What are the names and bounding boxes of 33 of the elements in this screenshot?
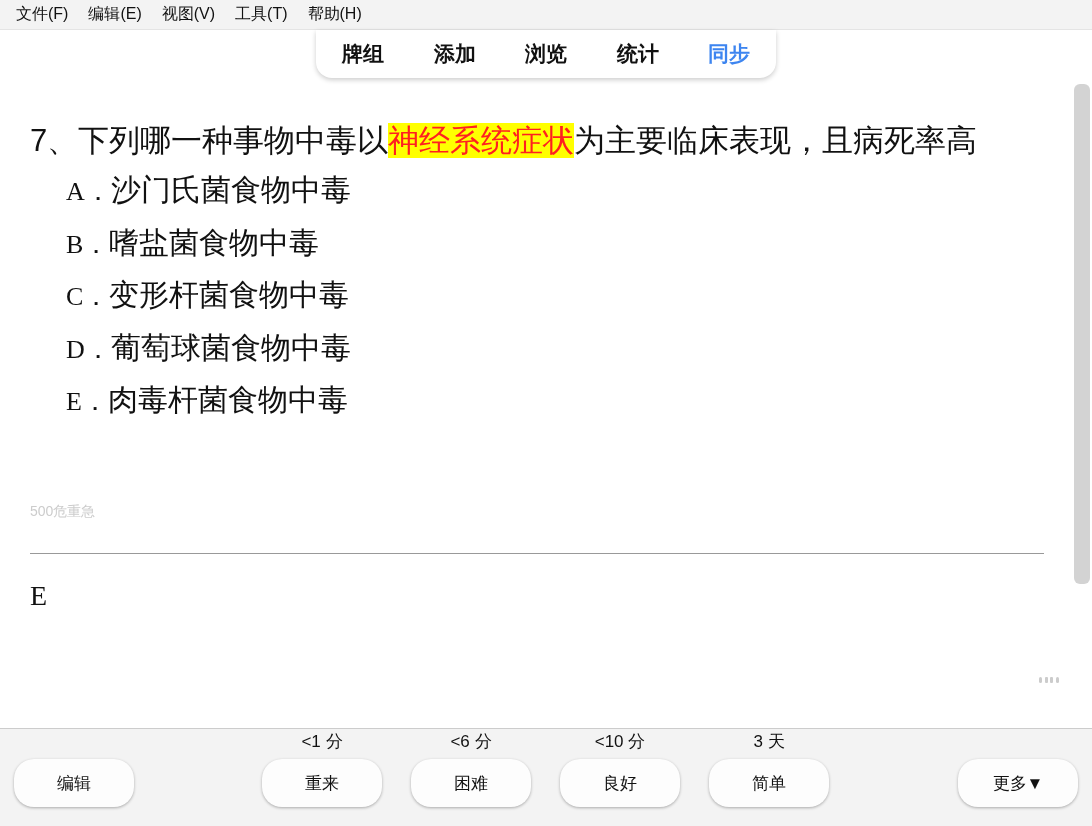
answer-text: E xyxy=(30,579,49,612)
option-text: 肉毒杆菌食物中毒 xyxy=(107,382,348,418)
option-letter: B． xyxy=(66,228,110,261)
menu-item[interactable]: 文件(F) xyxy=(6,4,79,25)
interval-label: <6 分 xyxy=(450,731,492,753)
nav-tab[interactable]: 同步 xyxy=(708,38,750,70)
menu-item[interactable]: 视图(V) xyxy=(151,4,226,25)
interval-label: 3 天 xyxy=(753,731,785,753)
answer-button[interactable]: 简单 xyxy=(709,759,829,807)
answer-button[interactable]: 重来 xyxy=(262,759,382,807)
option-letter: E． xyxy=(66,386,108,418)
answer-button[interactable]: 良好 xyxy=(560,759,680,807)
menu-item[interactable]: 编辑(E) xyxy=(78,4,152,25)
answer-button[interactable]: 困难 xyxy=(411,759,531,807)
nav-tab[interactable]: 统计 xyxy=(616,38,659,70)
option-text: 变形杆菌食物中毒 xyxy=(109,277,350,313)
menu-item[interactable]: 工具(T) xyxy=(225,4,298,25)
nav-tab[interactable]: 添加 xyxy=(433,38,476,70)
option-text: 葡萄球菌食物中毒 xyxy=(110,329,351,366)
more-button[interactable]: 更多▼ xyxy=(958,759,1078,807)
nav-tab[interactable]: 浏览 xyxy=(525,38,567,70)
nav-tab[interactable]: 牌组 xyxy=(342,38,384,70)
option-letter: D． xyxy=(66,333,111,366)
option-letter: C． xyxy=(66,281,110,313)
option-letter: A． xyxy=(66,176,111,208)
option-text: 嗜盐菌食物中毒 xyxy=(109,224,320,261)
resize-grip-icon[interactable] xyxy=(1038,676,1060,684)
interval-label: <1 分 xyxy=(301,731,343,753)
interval-label: <10 分 xyxy=(594,731,646,753)
menu-item[interactable]: 帮助(H) xyxy=(297,4,372,25)
scrollbar-thumb[interactable] xyxy=(1074,84,1090,584)
edit-button[interactable]: 编辑 xyxy=(14,759,134,807)
option-text: 沙门氏菌食物中毒 xyxy=(110,172,351,208)
